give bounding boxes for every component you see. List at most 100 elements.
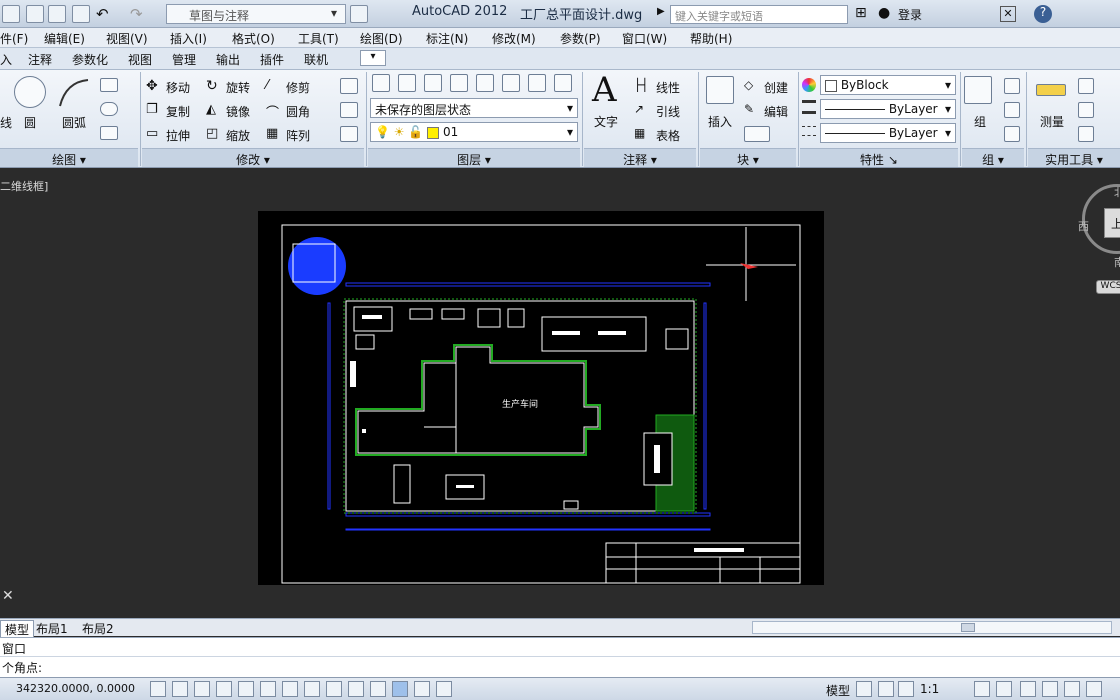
dynamic-input-icon[interactable] [348,681,364,697]
group-icon[interactable] [964,76,992,104]
command-window[interactable]: 窗口 个角点: [0,637,1120,677]
insert-button[interactable]: 插入 [708,113,732,130]
cursor-coordinates[interactable]: 342320.0000, 0.0000 [16,682,135,695]
tab-insert[interactable]: 入 [0,51,12,68]
wcs-button[interactable]: WCS [1096,280,1120,294]
linetype-select[interactable]: ByLayer ▾ [820,99,956,119]
draw-panel-title[interactable]: 绘图 ▾ [0,148,138,167]
scrollbar-thumb[interactable] [961,623,975,632]
polar-tracking-icon[interactable] [238,681,254,697]
open-icon[interactable] [2,5,20,23]
layer-lock-icon[interactable] [502,74,520,92]
scale-button[interactable]: 缩放 [226,127,250,144]
layer-state-select[interactable]: 未保存的图层状态 ▾ [370,98,578,118]
groups-panel-title[interactable]: 组 ▾ [962,148,1024,167]
tab-output[interactable]: 输出 [216,51,240,68]
insert-block-icon[interactable] [706,76,734,104]
lineweight-select[interactable]: ByLayer ▾ [820,123,956,143]
transparency-icon[interactable] [392,681,408,697]
leader-button[interactable]: 引线 [656,103,680,120]
view-cube-north[interactable]: 北 [1114,184,1120,200]
menu-dimension[interactable]: 标注(N) [426,30,468,47]
menu-insert[interactable]: 插入(I) [170,30,207,47]
measure-button[interactable]: 测量 [1040,113,1064,130]
menu-view[interactable]: 视图(V) [106,30,148,47]
block-attribute-icon[interactable] [744,126,770,142]
arc-icon[interactable] [56,76,92,110]
arc-label[interactable]: 圆弧 [62,114,86,131]
save-as-icon[interactable] [48,5,66,23]
tab-online[interactable]: 联机 [304,51,328,68]
lineweight-toggle-icon[interactable] [370,681,386,697]
trim-button[interactable]: 修剪 [286,79,310,96]
color-select[interactable]: ByBlock ▾ [820,75,956,95]
exchange-icon[interactable]: ✕ [1000,6,1016,22]
fillet-button[interactable]: 圆角 [286,103,310,120]
user-icon[interactable]: ● [878,5,890,21]
horizontal-scrollbar[interactable] [752,621,1112,634]
erase-icon[interactable] [340,78,358,94]
measure-icon[interactable] [1036,84,1066,96]
annotation-panel-title[interactable]: 注释 ▾ [584,148,696,167]
rectangle-icon[interactable] [100,78,118,92]
menu-modify[interactable]: 修改(M) [492,30,536,47]
menu-edit[interactable]: 编辑(E) [44,30,85,47]
group-button[interactable]: 组 [974,113,986,130]
menu-help[interactable]: 帮助(H) [690,30,732,47]
copy-button[interactable]: 复制 [166,103,190,120]
pan-icon[interactable] [898,681,914,697]
binoculars-icon[interactable]: ⊞ [855,5,867,21]
array-button[interactable]: 阵列 [286,127,310,144]
menu-parametric[interactable]: 参数(P) [560,30,601,47]
auto-scale-icon[interactable] [996,681,1012,697]
circle-label[interactable]: 圆 [24,114,36,131]
modify-panel-title[interactable]: 修改 ▾ [142,148,364,167]
circle-icon[interactable] [14,76,46,108]
properties-panel-title[interactable]: 特性 ↘ [800,148,958,167]
workspace-switch-icon[interactable] [1020,681,1036,697]
menu-format[interactable]: 格式(O) [232,30,275,47]
tab-layout1[interactable]: 布局1 [36,620,68,637]
snap-mode-icon[interactable] [172,681,188,697]
dynamic-ucs-icon[interactable] [326,681,342,697]
text-icon[interactable]: A [592,70,617,110]
infer-constraints-icon[interactable] [150,681,166,697]
layers-panel-title[interactable]: 图层 ▾ [368,148,580,167]
table-button[interactable]: 表格 [656,127,680,144]
annotation-visibility-icon[interactable] [974,681,990,697]
ellipse-icon[interactable] [100,102,118,116]
site-plan-drawing[interactable]: 生产车间 [258,211,824,585]
grid-display-icon[interactable] [194,681,210,697]
linear-dim-button[interactable]: 线性 [656,79,680,96]
help-icon[interactable]: ? [1034,5,1052,23]
layer-off-icon[interactable] [424,74,442,92]
annotation-scale[interactable]: 1:1 [920,682,939,696]
match-properties-icon[interactable] [802,78,816,92]
move-button[interactable]: 移动 [166,79,190,96]
rotate-button[interactable]: 旋转 [226,79,250,96]
utilities-panel-title[interactable]: 实用工具 ▾ [1028,148,1120,167]
viewport-style-label[interactable]: 二维线框] [0,178,48,194]
quick-view-drawings-icon[interactable] [878,681,894,697]
tab-view[interactable]: 视图 [128,51,152,68]
login-link[interactable]: 登录 [898,6,922,23]
explode-icon[interactable] [340,102,358,118]
expand-icon[interactable]: ▶ [657,6,665,17]
save-icon[interactable] [26,5,44,23]
layer-match-icon[interactable] [528,74,546,92]
menu-draw[interactable]: 绘图(D) [360,30,403,47]
quick-view-layouts-icon[interactable] [856,681,872,697]
tab-annotate[interactable]: 注释 [28,51,52,68]
view-cube-west[interactable]: 西 [1078,218,1089,234]
print-icon[interactable] [72,5,90,23]
menu-window[interactable]: 窗口(W) [622,30,667,47]
tab-plugins[interactable]: 插件 [260,51,284,68]
stretch-button[interactable]: 拉伸 [166,127,190,144]
tab-parametric[interactable]: 参数化 [72,51,108,68]
menu-file[interactable]: 件(F) [0,30,28,47]
menu-tools[interactable]: 工具(T) [298,30,339,47]
ribbon-toggle-button[interactable]: ▾ [360,50,386,66]
block-panel-title[interactable]: 块 ▾ [700,148,796,167]
view-cube-south[interactable]: 南 [1114,254,1120,270]
layer-property-icon[interactable] [350,5,368,23]
